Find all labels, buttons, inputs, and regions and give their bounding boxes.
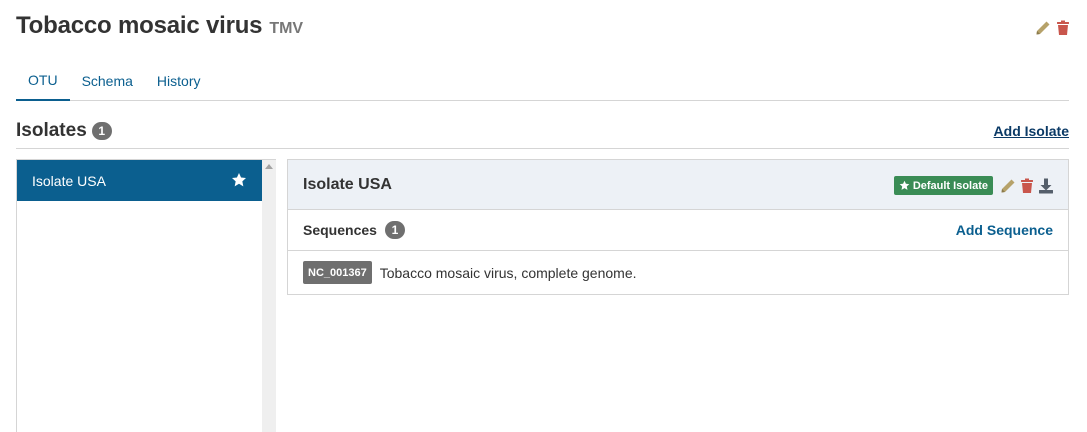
delete-otu-trash-icon[interactable] <box>1055 20 1071 36</box>
sequence-definition: Tobacco mosaic virus, complete genome. <box>379 264 637 281</box>
isolate-list: Isolate USA <box>16 159 276 432</box>
isolate-detail-title: Isolate USA <box>303 175 392 193</box>
isolates-count-badge: 1 <box>91 122 112 140</box>
add-isolate-link[interactable]: Add Isolate <box>994 123 1069 139</box>
otu-header: Tobacco mosaic virus TMV <box>16 12 303 40</box>
sequences-header: Sequences 1 Add Sequence <box>288 210 1068 251</box>
edit-otu-pencil-icon[interactable] <box>1035 20 1051 36</box>
isolates-header: Isolates 1 Add Isolate <box>16 120 1069 149</box>
sequences-count-badge: 1 <box>384 221 405 239</box>
edit-isolate-pencil-icon[interactable] <box>1000 178 1016 194</box>
tab-history[interactable]: History <box>145 60 213 101</box>
tab-schema[interactable]: Schema <box>70 60 145 101</box>
isolate-detail-panel: Isolate USA Default Isolate Sequences 1 … <box>287 159 1069 295</box>
default-isolate-label-text: Default Isolate <box>912 179 988 192</box>
otu-tabs: OTU Schema History <box>16 60 1069 101</box>
isolate-list-item[interactable]: Isolate USA <box>17 160 262 201</box>
sequence-list-item[interactable]: NC_001367 Tobacco mosaic virus, complete… <box>288 251 1068 294</box>
star-icon <box>231 172 247 188</box>
sequence-accession-badge: NC_001367 <box>303 261 372 284</box>
otu-abbreviation: TMV <box>269 20 304 37</box>
isolate-list-item-label: Isolate USA <box>32 172 106 189</box>
isolates-title: Isolates <box>16 120 87 141</box>
isolate-detail-header: Isolate USA Default Isolate <box>288 160 1068 210</box>
scroll-up-arrow-icon[interactable] <box>265 164 273 169</box>
star-icon <box>899 180 910 190</box>
otu-name: Tobacco mosaic virus <box>16 12 263 39</box>
sequences-title: Sequences <box>303 222 377 238</box>
download-isolate-download-icon[interactable] <box>1038 178 1054 194</box>
add-sequence-link[interactable]: Add Sequence <box>956 222 1053 238</box>
isolate-actions: Default Isolate <box>893 176 1054 195</box>
tab-otu[interactable]: OTU <box>16 60 70 101</box>
default-isolate-label: Default Isolate <box>893 176 993 195</box>
otu-actions <box>1035 20 1071 36</box>
delete-isolate-trash-icon[interactable] <box>1019 178 1035 194</box>
isolate-list-scrollbar[interactable] <box>262 160 276 432</box>
